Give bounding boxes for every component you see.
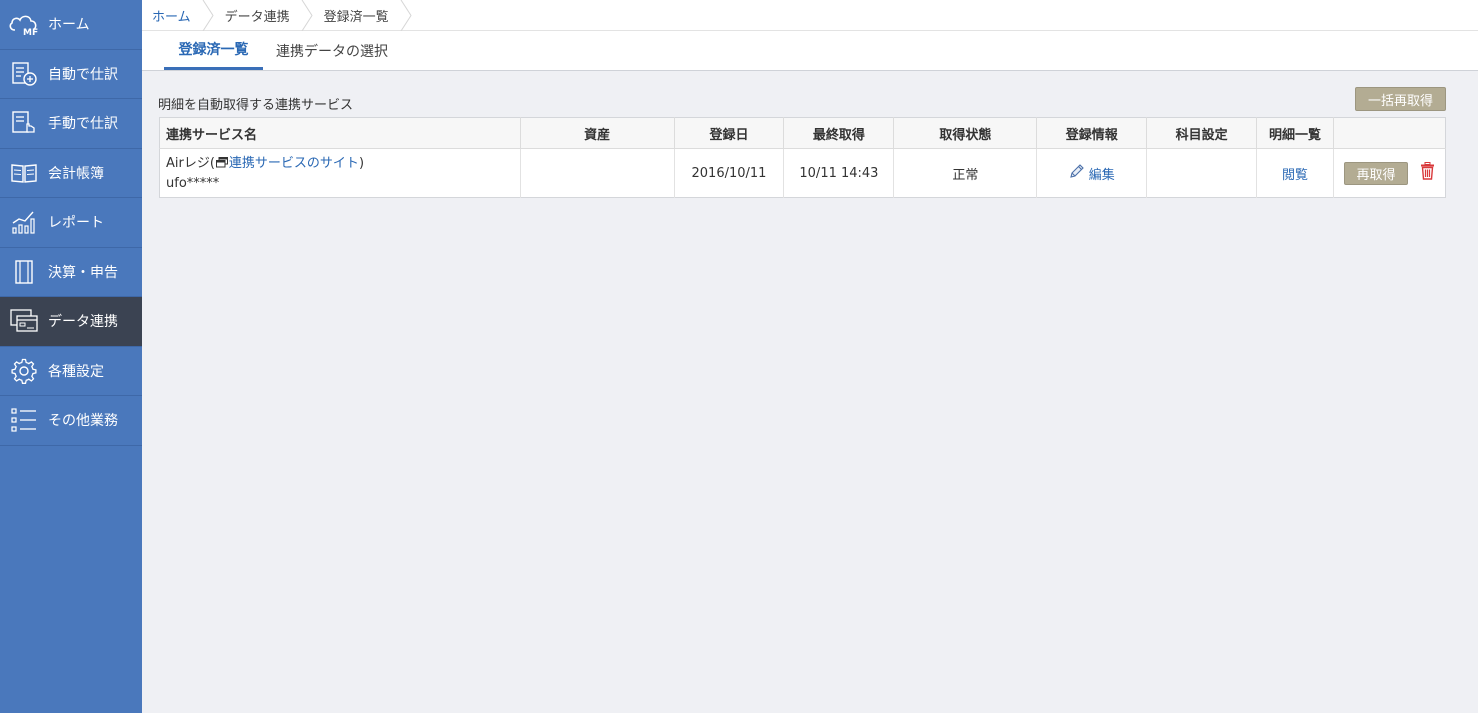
column-header: 最終取得 xyxy=(783,117,895,149)
sidebar-item-label: ホーム xyxy=(48,17,90,34)
section-title: 明細を自動取得する連携サービス xyxy=(158,98,354,113)
tab-select-link-data[interactable]: 連携データの選択 xyxy=(276,31,388,70)
column-header: 登録日 xyxy=(674,117,785,149)
sidebar-item-ledger[interactable]: 会計帳簿 xyxy=(0,149,142,198)
gear-icon xyxy=(0,357,48,385)
breadcrumb-separator-icon xyxy=(201,0,215,31)
tab-registered-list[interactable]: 登録済一覧 xyxy=(164,31,263,70)
table-row: Airレジ( 連携サービスのサイト) ufo***** 2016/10/11 10… xyxy=(159,148,1446,198)
breadcrumb-data-link[interactable]: データ連携 xyxy=(215,0,300,30)
column-header: 明細一覧 xyxy=(1256,117,1334,149)
breadcrumb-separator-icon xyxy=(300,0,314,31)
table-header-row: 連携サービス名 資産 登録日 最終取得 取得状態 登録情報 科目設定 明細一覧 xyxy=(159,117,1446,149)
column-header: 登録情報 xyxy=(1036,117,1148,149)
asset-cell xyxy=(520,148,675,198)
svg-text:MF: MF xyxy=(23,28,38,36)
sidebar-item-label: その他業務 xyxy=(48,413,118,430)
list-icon xyxy=(0,407,48,433)
edit-button[interactable]: 編集 xyxy=(1069,163,1115,183)
sidebar-item-settlement[interactable]: 決算・申告 xyxy=(0,248,142,297)
column-header: 科目設定 xyxy=(1146,117,1258,149)
ledger-book-icon xyxy=(0,161,48,185)
breadcrumb-home[interactable]: ホーム xyxy=(142,0,201,30)
sidebar: MF ホーム 自動で仕訳 手動で仕訳 会計帳簿 レポート 決算・申告 データ連携… xyxy=(0,0,142,713)
sidebar-item-settings[interactable]: 各種設定 xyxy=(0,347,142,396)
sidebar-item-home[interactable]: MF ホーム xyxy=(0,0,142,50)
service-name-cell: Airレジ( 連携サービスのサイト) ufo***** xyxy=(159,148,521,198)
sidebar-item-label: データ連携 xyxy=(48,314,118,331)
column-header: 資産 xyxy=(520,117,675,149)
account-id: ufo***** xyxy=(166,175,220,191)
data-link-icon xyxy=(0,308,48,334)
bulk-refetch-button[interactable]: 一括再取得 xyxy=(1355,87,1446,111)
breadcrumb-separator-icon xyxy=(399,0,413,31)
linked-services-table: 連携サービス名 資産 登録日 最終取得 取得状態 登録情報 科目設定 明細一覧 … xyxy=(159,117,1446,198)
sidebar-item-label: 各種設定 xyxy=(48,363,104,380)
column-header: 取得状態 xyxy=(893,117,1038,149)
column-header: 連携サービス名 xyxy=(159,117,521,149)
registered-date-cell: 2016/10/11 xyxy=(674,148,785,198)
trash-icon[interactable] xyxy=(1420,162,1435,184)
report-chart-icon xyxy=(0,209,48,235)
view-statements-link[interactable]: 閲覧 xyxy=(1282,168,1308,183)
breadcrumb-current: 登録済一覧 xyxy=(323,9,389,25)
pencil-icon xyxy=(1069,163,1085,183)
service-name-close: ) xyxy=(358,155,365,171)
cloud-mf-logo-icon: MF xyxy=(0,12,48,36)
sidebar-item-label: 手動で仕訳 xyxy=(48,116,118,133)
subject-setting-cell xyxy=(1146,148,1258,198)
registration-info-cell: 編集 xyxy=(1036,148,1148,198)
statement-list-cell: 閲覧 xyxy=(1256,148,1334,198)
sidebar-item-label: 自動で仕訳 xyxy=(48,66,118,83)
manual-journal-icon xyxy=(0,110,48,136)
refetch-button[interactable]: 再取得 xyxy=(1343,161,1408,185)
actions-cell: 再取得 xyxy=(1333,149,1445,198)
sidebar-item-data-link[interactable]: データ連携 xyxy=(0,297,142,347)
sidebar-item-auto-journal[interactable]: 自動で仕訳 xyxy=(0,50,142,99)
sidebar-item-label: 決算・申告 xyxy=(48,264,118,281)
service-site-link[interactable]: 連携サービスのサイト xyxy=(229,156,359,171)
sidebar-item-label: 会計帳簿 xyxy=(48,165,104,182)
sidebar-item-other[interactable]: その他業務 xyxy=(0,396,142,446)
sidebar-item-label: レポート xyxy=(48,215,104,232)
external-link-icon xyxy=(215,155,228,174)
last-fetch-cell: 10/11 14:43 xyxy=(783,148,895,198)
breadcrumb: ホーム データ連携 登録済一覧 xyxy=(142,0,1478,31)
sidebar-item-report[interactable]: レポート xyxy=(0,198,142,248)
service-name: Airレジ( xyxy=(166,155,215,171)
column-header xyxy=(1333,117,1446,149)
edit-label: 編集 xyxy=(1088,167,1115,183)
tab-bar: 登録済一覧 連携データの選択 xyxy=(142,31,1478,71)
sidebar-item-manual-journal[interactable]: 手動で仕訳 xyxy=(0,99,142,149)
auto-journal-icon xyxy=(0,61,48,87)
status-cell: 正常 xyxy=(893,148,1038,198)
settlement-icon xyxy=(0,259,48,285)
